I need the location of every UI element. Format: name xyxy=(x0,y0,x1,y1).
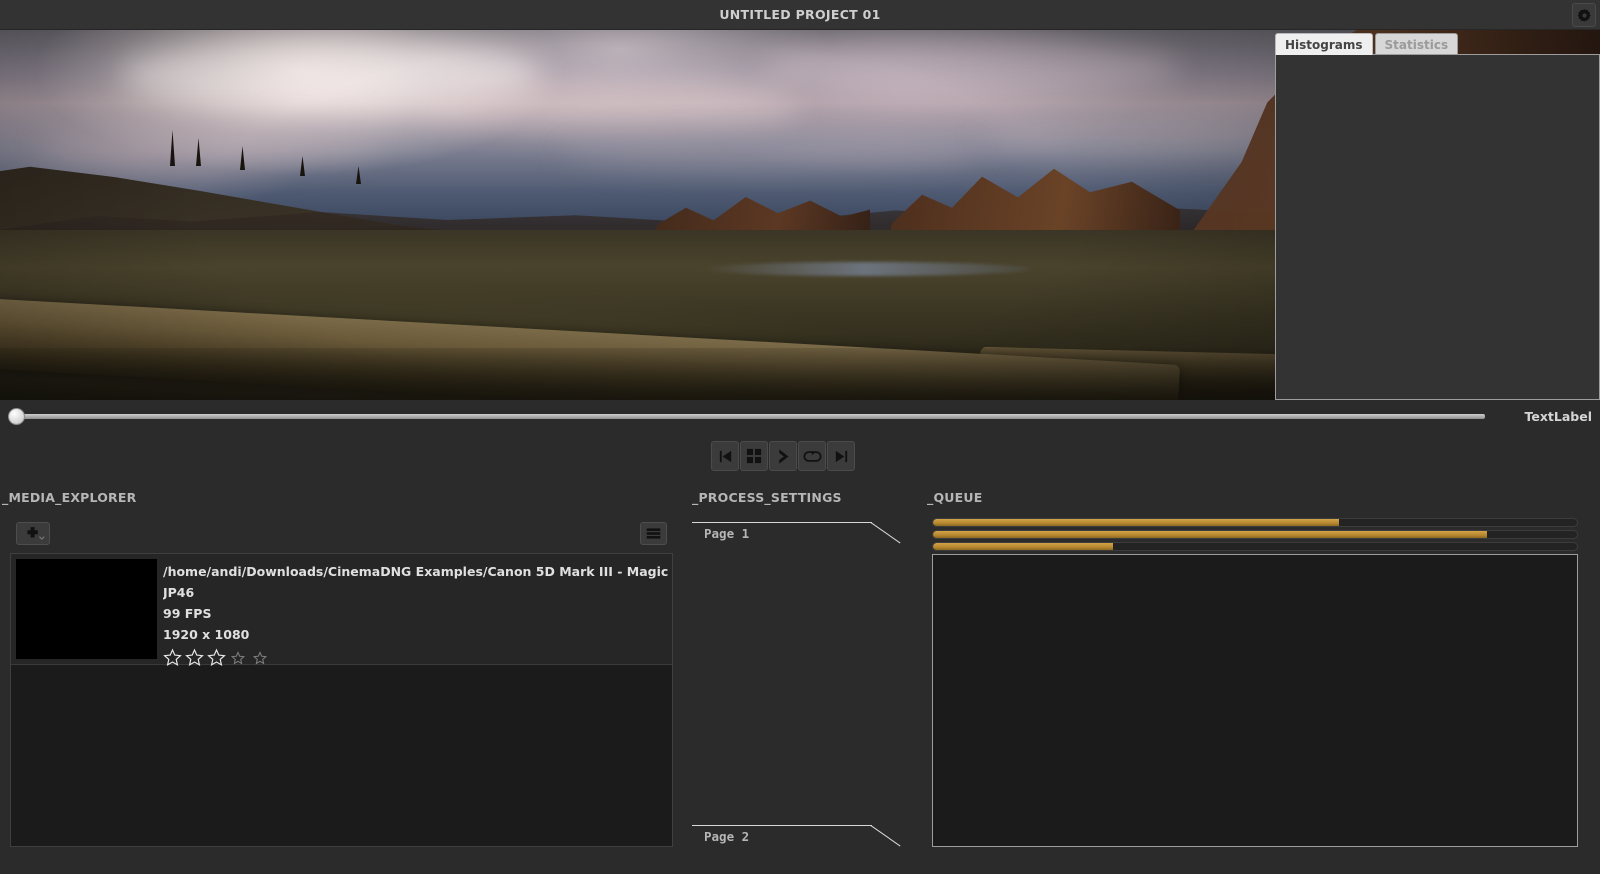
queue-progress-bar-2 xyxy=(932,530,1578,539)
skip-to-start-button[interactable] xyxy=(711,441,739,471)
process-settings-page-2[interactable]: Page 2 xyxy=(692,825,907,867)
timeline-text-label: TextLabel xyxy=(1524,409,1593,424)
loop-icon xyxy=(802,450,822,462)
process-settings-page-1[interactable]: Page 1 xyxy=(692,522,907,564)
scopes-tab-bar: Histograms Statistics xyxy=(1275,33,1459,55)
title-bar: UNTITLED PROJECT 01 xyxy=(0,0,1600,30)
gear-icon xyxy=(1577,8,1591,22)
list-icon xyxy=(646,528,661,539)
scopes-panel: Histograms Statistics xyxy=(1275,33,1600,400)
media-item-resolution: 1920 x 1080 xyxy=(163,627,250,642)
tab-histograms[interactable]: Histograms xyxy=(1275,33,1373,55)
star-icon[interactable] xyxy=(207,648,226,667)
play-icon xyxy=(778,448,788,464)
application-window: UNTITLED PROJECT 01 Histograms Statistic… xyxy=(0,0,1600,874)
media-list-item[interactable]: /home/andi/Downloads/CinemaDNG Examples/… xyxy=(11,554,672,667)
page-1-label: Page 1 xyxy=(704,526,750,541)
loop-button[interactable] xyxy=(798,441,826,471)
media-thumbnail xyxy=(16,559,157,659)
skip-start-icon xyxy=(719,450,731,462)
skip-end-icon xyxy=(835,450,847,462)
grid-icon xyxy=(746,448,762,464)
timeline-slider-handle[interactable] xyxy=(8,408,25,425)
grid-view-button[interactable] xyxy=(740,441,768,471)
queue-progress-bar-3 xyxy=(932,542,1578,551)
queue-progress-fill xyxy=(933,519,1339,526)
media-item-path: /home/andi/Downloads/CinemaDNG Examples/… xyxy=(163,564,672,579)
queue-progress-fill xyxy=(933,543,1114,550)
scopes-content-area xyxy=(1275,54,1600,400)
star-icon[interactable] xyxy=(231,650,245,665)
star-icon[interactable] xyxy=(185,648,204,667)
plus-icon xyxy=(27,527,45,540)
timeline-slider[interactable] xyxy=(10,414,1485,419)
tab-statistics[interactable]: Statistics xyxy=(1374,33,1459,55)
media-item-format: JP46 xyxy=(163,585,195,600)
star-icon[interactable] xyxy=(163,648,182,667)
transport-controls xyxy=(711,441,855,471)
media-explorer-list[interactable]: /home/andi/Downloads/CinemaDNG Examples/… xyxy=(10,553,673,847)
media-list-view-button[interactable] xyxy=(640,522,667,545)
media-item-rating[interactable] xyxy=(163,648,672,667)
add-media-button[interactable] xyxy=(16,522,50,545)
page-2-label: Page 2 xyxy=(704,829,750,844)
queue-progress-bar-1 xyxy=(932,518,1578,527)
media-item-fps: 99 FPS xyxy=(163,606,212,621)
skip-to-end-button[interactable] xyxy=(827,441,855,471)
window-title: UNTITLED PROJECT 01 xyxy=(719,7,881,22)
timeline-row: TextLabel xyxy=(0,403,1600,429)
media-item-metadata: /home/andi/Downloads/CinemaDNG Examples/… xyxy=(163,561,672,667)
queue-header: _QUEUE xyxy=(927,490,983,505)
queue-list[interactable] xyxy=(932,554,1578,847)
star-icon[interactable] xyxy=(253,650,267,665)
play-button[interactable] xyxy=(769,441,797,471)
queue-progress-fill xyxy=(933,531,1487,538)
media-explorer-header: _MEDIA_EXPLORER xyxy=(2,490,137,505)
process-settings-header: _PROCESS_SETTINGS xyxy=(692,490,842,505)
settings-gear-button[interactable] xyxy=(1572,3,1596,27)
